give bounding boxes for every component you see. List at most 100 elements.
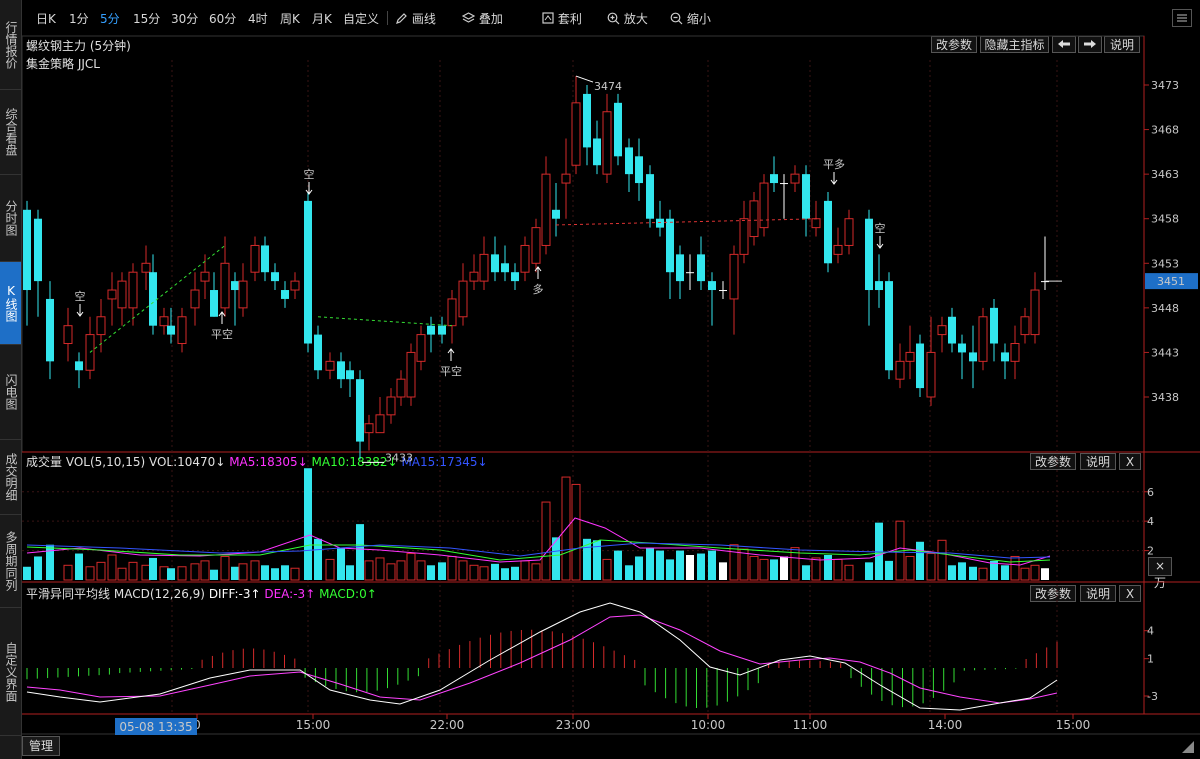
candle-body-94	[1020, 316, 1030, 336]
candle-body-75	[811, 218, 821, 229]
time-tick-5: 11:00	[793, 718, 828, 732]
candle-body-86	[937, 325, 947, 336]
signal-label-2: 空	[304, 167, 315, 181]
candle-body-40	[447, 298, 457, 327]
volume-bar-39	[438, 562, 446, 580]
volume-bar-79	[865, 562, 873, 580]
candle-body-4	[75, 361, 83, 371]
volume-bar-74	[802, 565, 810, 580]
price-tick-0: 3473	[1151, 79, 1179, 92]
candle-body-5	[85, 334, 95, 371]
volume-bar-93	[1010, 555, 1020, 581]
low-label: 3433	[385, 451, 413, 464]
candle-body-48	[531, 227, 541, 264]
chart-area[interactable]: 3473 3468 3463 3458 3453 3448 3443 3438 3451 3474…	[0, 0, 1200, 759]
candle-body-80	[875, 281, 883, 291]
candle-body-28	[325, 360, 335, 371]
time-tick-3: 23:00	[556, 718, 591, 732]
volume-bar-9	[128, 561, 138, 581]
volume-bar-21	[250, 560, 260, 581]
candle-body-19	[231, 281, 239, 291]
volume-bar-83	[905, 555, 915, 581]
candle-body-73	[790, 173, 800, 184]
candle-body-66	[719, 290, 727, 292]
volume-bar-33	[375, 557, 385, 581]
volume-bar-4	[75, 553, 83, 580]
candle-body-24	[281, 290, 289, 299]
volume-bar-69	[749, 555, 759, 581]
volume-bar-85	[926, 553, 936, 581]
time-tick-2: 22:00	[430, 718, 465, 732]
volume-bar-6	[96, 561, 106, 581]
candle-body-21	[250, 244, 260, 273]
candle-body-95	[1030, 289, 1040, 336]
candle-body-71	[770, 174, 778, 184]
candle-body-53	[583, 93, 591, 148]
volume-bar-22	[261, 565, 269, 580]
volume-bar-43	[479, 566, 489, 581]
manage-tab[interactable]: 管理	[22, 736, 60, 756]
volume-bar-84	[916, 541, 924, 580]
candle-body-83	[905, 351, 915, 362]
candle-body-30	[346, 370, 354, 380]
signal-label-4: 多	[533, 282, 544, 296]
price-tick-3: 3458	[1151, 213, 1179, 226]
candle-body-67	[729, 253, 739, 300]
candle-body-33	[375, 414, 385, 434]
volume-bar-42	[469, 564, 479, 581]
candle-body-63	[686, 272, 694, 274]
vol-tick-2: 2	[1147, 545, 1154, 558]
candle-body-57	[625, 147, 633, 175]
volume-bar-20	[238, 563, 248, 581]
candle-body-79	[865, 218, 873, 291]
signal-arrow-2	[305, 182, 313, 195]
candle-body-54	[593, 138, 601, 166]
volume-bar-44	[491, 563, 499, 580]
volume-bar-41	[458, 560, 468, 581]
candle-body-32	[364, 423, 374, 434]
candle-body-0	[23, 209, 31, 291]
volume-bar-72	[780, 556, 788, 580]
signal-arrow-1	[218, 311, 226, 324]
volume-bar-47	[520, 560, 530, 581]
candle-body-14	[177, 316, 187, 345]
volume-bar-60	[656, 550, 664, 580]
candle-body-59	[646, 174, 654, 219]
candle-body-35	[396, 378, 406, 398]
volume-bar-31	[356, 524, 364, 580]
volume-bar-70	[759, 558, 769, 581]
volume-bar-77	[833, 558, 843, 581]
volume-bar-96	[1041, 568, 1049, 580]
candle-body-47	[520, 244, 530, 273]
triangle-icon	[1182, 741, 1194, 753]
volume-bar-26	[304, 468, 312, 580]
signal-label-0: 空	[75, 289, 86, 303]
candle-body-91	[990, 307, 998, 344]
candle-body-3	[63, 325, 73, 345]
expand-corner[interactable]	[1178, 737, 1196, 755]
volume-bar-10	[141, 564, 151, 581]
volume-bar-52	[571, 483, 581, 581]
candle-body-55	[602, 111, 612, 175]
candle-body-16	[200, 271, 210, 282]
signal-label-3: 平空	[440, 364, 462, 378]
price-tick-5: 3448	[1151, 302, 1179, 315]
volume-bar-28	[325, 558, 335, 581]
candle-body-31	[356, 379, 364, 442]
candle-body-23	[271, 272, 279, 282]
volume-bar-90	[978, 567, 988, 581]
volume-bar-11	[149, 557, 157, 580]
candle-body-44	[491, 254, 499, 273]
candle-body-41	[458, 280, 468, 318]
candle-body-62	[676, 254, 684, 282]
volume-bar-14	[177, 566, 187, 581]
candle-body-93	[1010, 343, 1020, 362]
macd-tick-2: -3	[1147, 690, 1158, 703]
candle-body-11	[149, 272, 157, 326]
volume-bar-86	[937, 539, 947, 581]
volume-bar-37	[416, 560, 426, 581]
volume-bar-88	[958, 562, 966, 580]
volume-bar-81	[885, 560, 893, 580]
candle-body-51	[561, 173, 571, 184]
candle-body-65	[708, 281, 716, 291]
